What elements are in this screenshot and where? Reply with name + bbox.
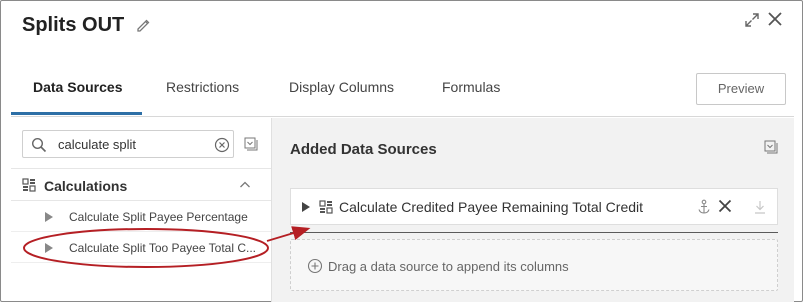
expand-arrow-icon[interactable] [45,212,53,222]
tab-formulas[interactable]: Formulas [442,79,500,95]
group-label: Calculations [44,178,128,194]
divider [290,232,778,233]
collapse-all-icon[interactable] [244,137,258,151]
grid-icon [319,200,333,214]
clear-icon[interactable] [214,137,230,153]
search-icon [31,137,47,153]
list-item-label: Calculate Split Too Payee Total C... [69,241,256,255]
expand-arrow-icon[interactable] [302,202,310,212]
expand-icon[interactable] [744,12,760,28]
chevron-up-icon[interactable] [239,180,251,190]
list-item-calculate-split-payee-percentage[interactable]: Calculate Split Payee Percentage [11,202,271,232]
download-icon [755,201,765,214]
preview-button[interactable]: Preview [696,73,786,105]
grid-icon [22,178,36,192]
plus-circle-icon [307,258,323,274]
tab-bar: Data Sources Restrictions Display Column… [11,61,794,117]
added-data-sources-panel: Added Data Sources Calculate Credited Pa… [272,118,794,302]
drop-zone-label: Drag a data source to append its columns [328,259,569,274]
panel-title: Added Data Sources [290,141,437,158]
tab-display-columns[interactable]: Display Columns [289,79,394,95]
close-icon[interactable] [766,10,784,28]
tab-data-sources[interactable]: Data Sources [33,79,122,95]
dialog-title: Splits OUT [22,14,125,36]
data-source-browser: calculate split Calculations Calculate S… [11,118,272,302]
list-item-calculate-split-too-payee-total[interactable]: Calculate Split Too Payee Total C... [11,233,271,263]
list-item-label: Calculate Split Payee Percentage [69,210,248,224]
dialog-frame: Splits OUT Data Sources Restrictions Dis… [0,0,803,302]
group-calculations[interactable]: Calculations [11,168,271,201]
active-tab-indicator [11,112,142,115]
search-input[interactable]: calculate split [22,130,234,158]
drop-zone[interactable]: Drag a data source to append its columns [290,239,778,291]
added-data-source-row[interactable]: Calculate Credited Payee Remaining Total… [290,188,778,225]
expand-arrow-icon[interactable] [45,243,53,253]
anchor-icon[interactable] [697,199,711,215]
search-value: calculate split [58,137,137,152]
pencil-icon[interactable] [135,16,153,34]
data-source-label: Calculate Credited Payee Remaining Total… [339,199,644,215]
remove-icon[interactable] [717,198,733,214]
tab-restrictions[interactable]: Restrictions [166,79,239,95]
collapse-all-icon[interactable] [764,140,778,154]
